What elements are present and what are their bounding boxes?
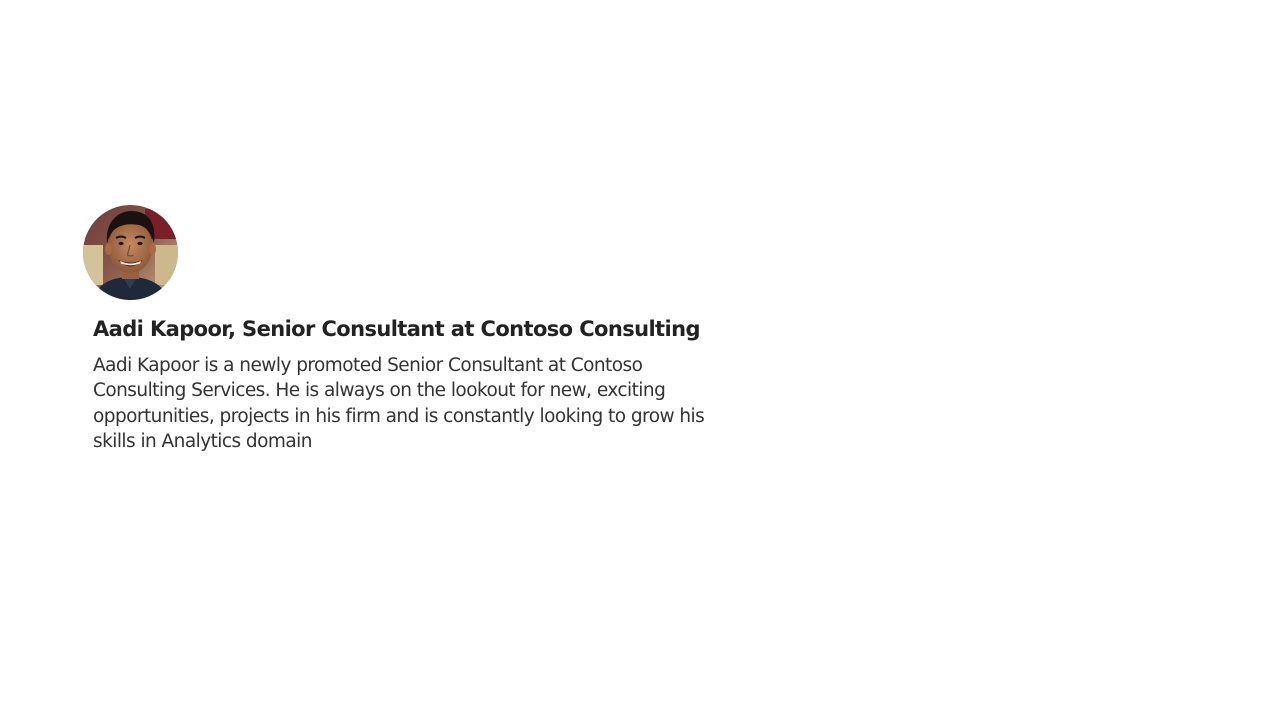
avatar xyxy=(83,205,178,300)
slide: Aadi Kapoor, Senior Consultant at Contos… xyxy=(0,0,1280,720)
profile-title: Aadi Kapoor, Senior Consultant at Contos… xyxy=(93,317,700,341)
profile-bio: Aadi Kapoor is a newly promoted Senior C… xyxy=(93,355,705,452)
person-photo-icon xyxy=(83,205,178,300)
